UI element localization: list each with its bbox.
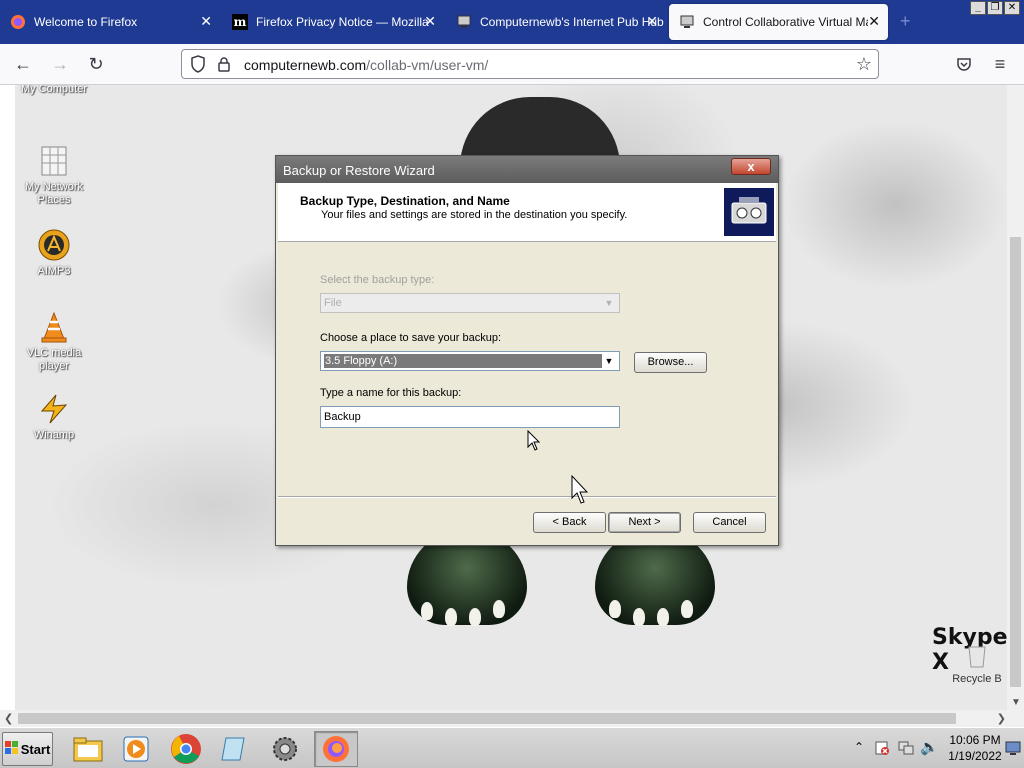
desktop-icon-label: AIMP3 (37, 265, 71, 277)
browse-button[interactable]: Browse... (634, 352, 707, 373)
minimize-icon[interactable]: _ (970, 1, 986, 15)
url-path: /collab-vm/user-vm/ (366, 57, 489, 73)
mozilla-icon: m (232, 14, 248, 30)
computernewb-icon (679, 14, 695, 30)
tab-title: Computernewb's Internet Pub Hub (480, 15, 664, 29)
backup-name-label: Type a name for this backup: (320, 387, 462, 399)
close-icon[interactable]: ✕ (424, 13, 436, 30)
computernewb-icon (456, 14, 472, 30)
desktop-icon-winamp[interactable]: Winamp (14, 393, 94, 442)
desktop-icon-label: VLC media player (26, 347, 82, 372)
close-window-icon[interactable]: ✕ (1004, 1, 1020, 15)
notepad-taskbar-icon[interactable] (213, 731, 257, 767)
taskbar-clock[interactable]: 10:06 PM 1/19/2022 (935, 732, 1015, 764)
backup-type-value: File (324, 297, 342, 309)
file-explorer-taskbar-icon[interactable] (66, 731, 110, 767)
desktop-icon-label: My Computer (20, 85, 88, 95)
destination-select[interactable]: 3.5 Floppy (A:) ▼ (320, 351, 620, 371)
vertical-scrollbar[interactable]: ▼ (1007, 85, 1024, 710)
windows-logo-icon (4, 740, 19, 758)
start-label: Start (20, 741, 51, 757)
network-icon[interactable] (898, 740, 914, 759)
tab-title: Welcome to Firefox (34, 15, 138, 29)
firefox-icon (10, 14, 26, 30)
restore-icon[interactable]: ❐ (987, 1, 1003, 15)
dialog-title: Backup or Restore Wizard (283, 163, 435, 178)
desktop-icon-recycle-bin[interactable]: Recycle B (947, 641, 1007, 686)
clock-date: 1/19/2022 (948, 749, 1002, 763)
tab-control-collaborative-vm[interactable]: Control Collaborative Virtual Machi ✕ (669, 4, 888, 40)
scroll-left-arrow-icon[interactable]: ❮ (4, 712, 13, 725)
desktop-icon-aimp3[interactable]: AIMP3 (14, 229, 94, 278)
menu-icon[interactable]: ≡ (988, 52, 1012, 76)
next-button[interactable]: Next > (608, 512, 681, 533)
scrollbar-thumb[interactable] (18, 713, 956, 724)
bookmark-star-icon[interactable]: ☆ (856, 54, 872, 75)
url-domain: computernewb.com (244, 57, 367, 73)
vlc-cone-icon (38, 311, 70, 343)
back-arrow-icon[interactable]: ← (11, 52, 35, 76)
backup-restore-wizard-dialog: Backup or Restore Wizard x Backup Type, … (275, 155, 779, 546)
desktop-icon-label: My Network Places (24, 181, 84, 206)
start-button[interactable]: Start (2, 732, 53, 766)
browser-tab-strip: Welcome to Firefox ✕ m Firefox Privacy N… (0, 0, 1024, 44)
tab-title: Control Collaborative Virtual Machi (703, 15, 868, 29)
desktop-icon-label: Winamp (33, 429, 75, 441)
network-places-icon (38, 145, 70, 177)
backup-type-label: Select the backup type: (320, 274, 435, 286)
dialog-close-button[interactable]: x (731, 158, 771, 175)
tab-title: Firefox Privacy Notice — Mozilla (256, 15, 429, 29)
window-controls: _ ❐ ✕ (970, 1, 1020, 15)
winamp-bolt-icon (38, 393, 70, 425)
pocket-icon[interactable] (952, 52, 976, 76)
scrollbar-thumb[interactable] (1010, 237, 1021, 687)
recycle-bin-icon (963, 641, 991, 669)
back-button[interactable]: < Back (533, 512, 606, 533)
cancel-button[interactable]: Cancel (693, 512, 766, 533)
horizontal-scrollbar[interactable]: ❮ ❯ (0, 710, 1024, 727)
aimp-icon (38, 229, 70, 261)
wizard-header: Backup Type, Destination, and Name Your … (278, 183, 776, 242)
destination-value: 3.5 Floppy (A:) (324, 354, 602, 368)
navigation-bar: ← → ↻ computernewb.com/collab-vm/user-vm… (0, 44, 1024, 85)
dialog-title-bar[interactable]: Backup or Restore Wizard x (276, 156, 778, 183)
clock-time: 10:06 PM (949, 733, 1001, 747)
close-icon[interactable]: ✕ (646, 13, 658, 30)
chrome-taskbar-icon[interactable] (164, 731, 208, 767)
desktop-icon-label: Recycle B (952, 673, 1002, 685)
close-icon[interactable]: ✕ (200, 13, 212, 30)
tab-welcome-to-firefox[interactable]: Welcome to Firefox ✕ (0, 4, 220, 40)
forward-arrow-icon[interactable]: → (48, 52, 72, 76)
backup-name-input[interactable]: Backup (320, 406, 620, 428)
taskbar: Start ⌃ 🔈 10:06 PM 1/19/2022 (0, 727, 1024, 768)
backup-type-select: File ▼ (320, 293, 620, 313)
chevron-down-icon: ▼ (604, 298, 614, 308)
close-icon[interactable]: ✕ (868, 13, 880, 30)
desktop-icon-my-network-places[interactable]: My Network Places (14, 145, 94, 207)
wizard-header-subtitle: Your files and settings are stored in th… (321, 209, 628, 221)
url-bar[interactable]: computernewb.com/collab-vm/user-vm/ ☆ (181, 49, 879, 79)
lock-icon[interactable] (217, 56, 231, 75)
media-player-taskbar-icon[interactable] (114, 731, 158, 767)
scroll-down-arrow-icon[interactable]: ▼ (1011, 697, 1021, 708)
destination-label: Choose a place to save your backup: (320, 332, 502, 344)
url-text: computernewb.com/collab-vm/user-vm/ (244, 57, 488, 73)
chevron-down-icon[interactable]: ▼ (601, 354, 617, 368)
shield-icon[interactable] (190, 55, 206, 76)
dialog-divider (278, 496, 776, 498)
reload-icon[interactable]: ↻ (84, 52, 108, 76)
settings-gear-taskbar-icon[interactable] (263, 731, 307, 767)
firefox-taskbar-icon[interactable] (314, 731, 358, 767)
tab-firefox-privacy-notice[interactable]: m Firefox Privacy Notice — Mozilla ✕ (222, 4, 444, 40)
tab-computernewb-pub-hub[interactable]: Computernewb's Internet Pub Hub ✕ (446, 4, 666, 40)
desktop-icon-vlc[interactable]: VLC media player (14, 311, 94, 373)
new-tab-button[interactable]: + (900, 11, 911, 32)
wizard-header-title: Backup Type, Destination, and Name (300, 194, 510, 208)
backup-wizard-icon (724, 188, 774, 236)
security-alert-icon[interactable] (874, 740, 890, 759)
show-hidden-icons-chevron-icon[interactable]: ⌃ (854, 740, 864, 754)
desktop-icon-my-computer[interactable]: My Computer (14, 85, 94, 96)
scroll-right-arrow-icon[interactable]: ❯ (997, 712, 1006, 725)
